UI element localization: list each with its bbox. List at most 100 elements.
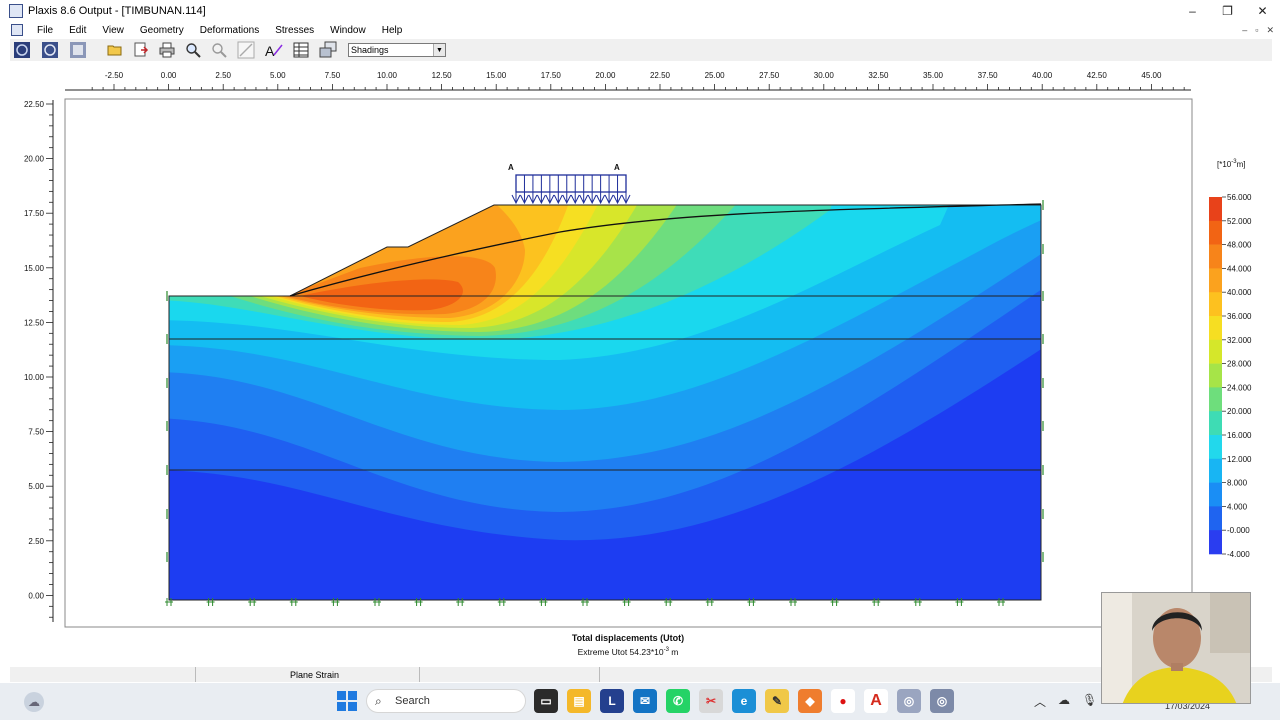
zoom-out-icon[interactable] (208, 40, 230, 60)
x-tick-label: 0.00 (161, 71, 177, 80)
close-button[interactable]: ✕ (1245, 0, 1280, 22)
contour-shading (169, 205, 1041, 600)
legend-value: 48.000 (1227, 241, 1252, 250)
whatsapp-icon[interactable]: ✆ (666, 689, 690, 713)
menu-stresses[interactable]: Stresses (267, 25, 322, 36)
y-tick-label: 7.50 (28, 428, 44, 437)
load-arrow-icon (536, 175, 546, 205)
document-icon[interactable] (11, 24, 23, 36)
legend-swatch (1209, 482, 1222, 507)
legend-value: 20.000 (1227, 407, 1252, 416)
plaxis-curves-icon[interactable] (66, 40, 90, 60)
menu-edit[interactable]: Edit (61, 25, 94, 36)
menu-geometry[interactable]: Geometry (132, 25, 192, 36)
cross-section-icon[interactable] (234, 40, 258, 60)
menu-view[interactable]: View (94, 25, 132, 36)
dropdown-arrow-icon[interactable]: ▼ (433, 44, 445, 56)
plaxis-calc-icon[interactable] (38, 40, 62, 60)
minimize-button[interactable]: – (1175, 0, 1210, 22)
menu-window[interactable]: Window (322, 25, 374, 36)
x-tick-label: 12.50 (432, 71, 453, 80)
load-arrow-icon (596, 175, 606, 205)
menu-deformations[interactable]: Deformations (192, 25, 267, 36)
x-tick-label: 2.50 (215, 71, 231, 80)
y-ruler: 22.50 20.00 17.50 15.00 12.50 10.00 7.50 5.00 2.… (24, 100, 54, 622)
maximize-button[interactable]: ❐ (1210, 0, 1245, 22)
legend-value: 8.000 (1227, 479, 1248, 488)
legend-value: 24.000 (1227, 383, 1252, 392)
load-arrow-icon (621, 175, 631, 205)
status-cell-2 (420, 667, 600, 682)
status-bar: Plane Strain (10, 667, 1272, 682)
autocad-icon[interactable]: A (864, 689, 888, 713)
doc-restore-button[interactable]: ▫ (1255, 25, 1258, 35)
displacement-plot: -2.50 0.00 2.50 5.00 7.50 10.00 12.50 15.00 17.5… (24, 71, 1252, 657)
search-icon: ⌕ (375, 693, 382, 708)
plaxis-input-task-icon[interactable]: ◎ (930, 689, 954, 713)
weather-icon[interactable]: ☁ (24, 691, 44, 712)
legend-swatch (1209, 244, 1222, 269)
menu-file[interactable]: File (29, 25, 61, 36)
chevron-up-icon[interactable]: ︿ (1034, 693, 1046, 710)
x-tick-label: 22.50 (650, 71, 671, 80)
legend-swatch (1209, 458, 1222, 483)
load-arrow-icon (570, 175, 580, 205)
x-tick-label: 42.50 (1087, 71, 1108, 80)
load-arrow-icon (562, 175, 572, 205)
print-icon[interactable] (156, 40, 178, 60)
plaxis-app-icon (9, 4, 23, 18)
doc-minimize-button[interactable]: – (1242, 25, 1247, 35)
legend-value: 40.000 (1227, 288, 1252, 297)
menu-help[interactable]: Help (374, 25, 411, 36)
zoom-in-icon[interactable] (182, 40, 204, 60)
export-icon[interactable] (130, 40, 152, 60)
legend-swatch (1209, 530, 1222, 555)
x-tick-label: 10.00 (377, 71, 398, 80)
open-folder-icon[interactable] (104, 40, 126, 60)
file-explorer-icon[interactable]: ▤ (567, 689, 591, 713)
legend-value: 12.000 (1227, 455, 1252, 464)
edge-icon[interactable]: e (732, 689, 756, 713)
legend-swatch (1209, 506, 1222, 531)
snipping-tool-icon[interactable]: ✂ (699, 689, 723, 713)
text-tool-icon[interactable]: A (262, 40, 286, 60)
legend-swatch (1209, 316, 1222, 341)
outlook-icon[interactable]: ✉ (633, 689, 657, 713)
load-arrow-icon (579, 175, 589, 205)
task-view-icon[interactable]: ▭ (534, 689, 558, 713)
sublime-icon[interactable]: ◆ (798, 689, 822, 713)
x-tick-label: 30.00 (814, 71, 835, 80)
system-tray: ︿ ☁ 🎙 (1034, 693, 1097, 710)
view-mode-select[interactable]: Shadings ▼ (348, 43, 446, 57)
toolbar: A Shadings ▼ (10, 39, 1272, 61)
legend-value: -0.000 (1227, 526, 1250, 535)
y-tick-label: 0.00 (28, 591, 44, 600)
legend-value: 32.000 (1227, 336, 1252, 345)
l-app-icon[interactable]: L (600, 689, 624, 713)
cloud-icon[interactable]: ☁ (1058, 693, 1070, 710)
pen-tool-icon[interactable]: ✎ (765, 689, 789, 713)
y-tick-label: 20.00 (24, 155, 45, 164)
start-button[interactable] (337, 691, 357, 711)
y-tick-label: 2.50 (28, 537, 44, 546)
table-icon[interactable] (290, 40, 312, 60)
search-placeholder: Search (395, 695, 430, 707)
svg-text:A: A (265, 43, 275, 59)
plaxis-input-icon[interactable] (10, 40, 34, 60)
legend-swatch (1209, 339, 1222, 364)
plaxis-output-task-icon[interactable]: ◎ (897, 689, 921, 713)
x-tick-label: 32.50 (868, 71, 889, 80)
microphone-icon[interactable]: 🎙 (1082, 693, 1097, 710)
y-tick-label: 5.00 (28, 482, 44, 491)
x-tick-label: 5.00 (270, 71, 286, 80)
structures-icon[interactable] (316, 40, 340, 60)
record-icon[interactable]: ● (831, 689, 855, 713)
document-controls: – ▫ ✕ (1242, 22, 1274, 38)
x-tick-label: 27.50 (759, 71, 780, 80)
load-arrow-icon (520, 175, 529, 205)
plot-area: -2.50 0.00 2.50 5.00 7.50 10.00 12.50 15.00 17.5… (10, 62, 1272, 666)
taskbar-search[interactable]: ⌕ Search (366, 689, 526, 713)
x-tick-label: 35.00 (923, 71, 944, 80)
doc-close-button[interactable]: ✕ (1266, 25, 1274, 36)
load-arrow-icon (587, 175, 597, 205)
